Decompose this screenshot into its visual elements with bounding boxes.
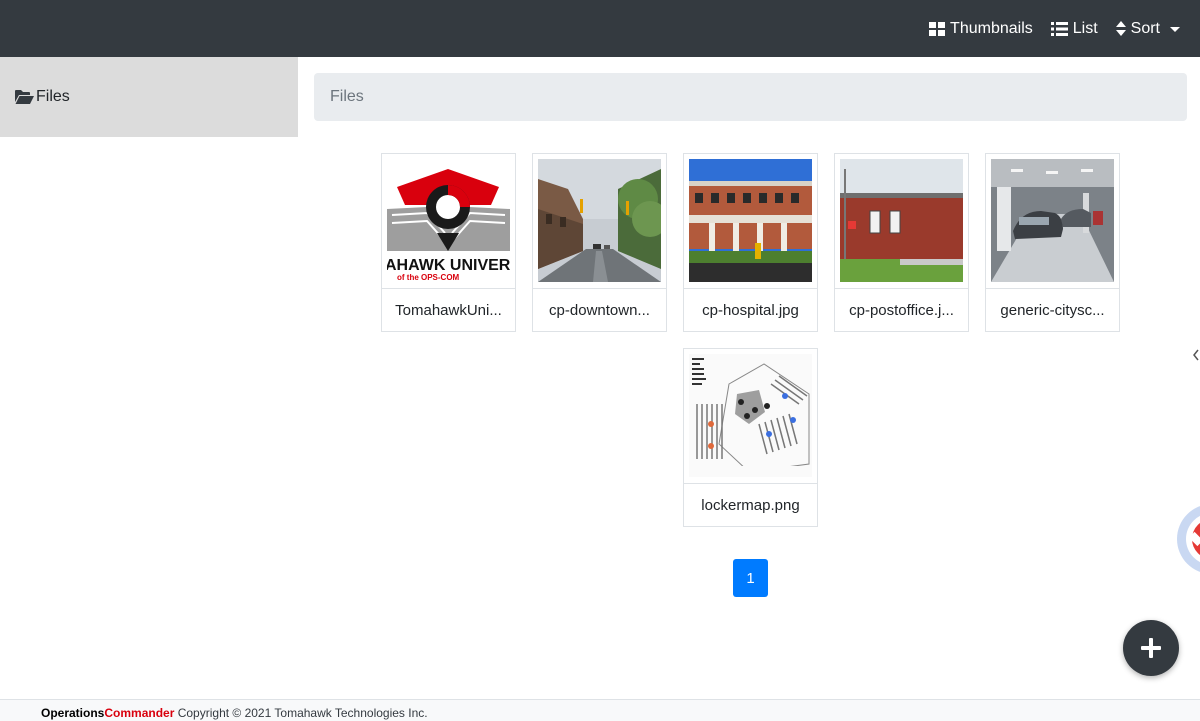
file-preview-image: AHAWK UNIVER of the OPS-COM — [387, 159, 510, 282]
file-name: cp-postoffice.j... — [835, 288, 968, 332]
file-thumbnail[interactable]: cp-hospital.jpg — [683, 153, 818, 332]
list-label: List — [1072, 19, 1098, 37]
street-photo-image — [538, 159, 661, 282]
file-preview-image — [538, 159, 661, 282]
brand-name-part2: Commander — [104, 706, 175, 720]
breadcrumb: Files — [314, 73, 1187, 121]
file-name: lockermap.png — [684, 483, 817, 527]
file-thumbnail[interactable]: cp-postoffice.j... — [834, 153, 969, 332]
file-preview-image — [840, 159, 963, 282]
svg-text:AHAWK UNIVER: AHAWK UNIVER — [387, 257, 510, 274]
footer: OperationsCommander Copyright © 2021 Tom… — [0, 699, 1200, 721]
list-icon — [1050, 21, 1068, 36]
sidebar: Files — [0, 57, 298, 137]
hospital-photo-image — [689, 159, 812, 282]
chevron-left-icon[interactable] — [1191, 346, 1200, 364]
sort-icon — [1115, 21, 1126, 36]
file-preview-image — [689, 159, 812, 282]
thumbnails-view-button[interactable]: Thumbnails — [929, 20, 1033, 38]
university-logo-image: AHAWK UNIVER of the OPS-COM — [387, 159, 510, 282]
sort-dropdown[interactable]: Sort — [1115, 19, 1180, 38]
file-preview-image — [991, 159, 1114, 282]
folder-open-icon — [15, 90, 34, 104]
list-view-button[interactable]: List — [1050, 19, 1098, 38]
chevron-down-icon — [1170, 27, 1180, 32]
sidebar-item-files[interactable]: Files — [15, 57, 70, 137]
parking-garage-photo-image — [991, 159, 1114, 282]
footer-text: OperationsCommander Copyright © 2021 Tom… — [41, 706, 428, 720]
file-name: cp-downtown... — [533, 288, 666, 332]
postoffice-photo-image — [840, 159, 963, 282]
sort-label: Sort — [1130, 19, 1160, 37]
file-thumbnail[interactable]: AHAWK UNIVER of the OPS-COM TomahawkUni.… — [381, 153, 516, 332]
copyright-text: Copyright © 2021 Tomahawk Technologies I… — [177, 706, 428, 720]
add-file-button[interactable] — [1123, 620, 1179, 676]
file-thumbnail[interactable]: generic-citysc... — [985, 153, 1120, 332]
file-name: generic-citysc... — [986, 288, 1119, 332]
file-name: TomahawkUni... — [382, 288, 515, 332]
breadcrumb-item[interactable]: Files — [330, 88, 364, 106]
file-thumbnail[interactable]: lockermap.png — [683, 348, 818, 527]
help-widget-button[interactable] — [1176, 503, 1200, 575]
thumbnails-label: Thumbnails — [950, 19, 1033, 37]
top-navbar: Thumbnails List Sort — [0, 0, 1200, 57]
plus-icon — [1141, 638, 1161, 658]
pagination-page-button[interactable]: 1 — [733, 559, 768, 597]
locker-map-image — [689, 354, 812, 477]
file-thumbnail[interactable]: cp-downtown... — [532, 153, 667, 332]
brand-name-part1: Operations — [41, 706, 105, 720]
file-name: cp-hospital.jpg — [684, 288, 817, 332]
grid-icon — [929, 21, 946, 36]
svg-text:of the OPS-COM: of the OPS-COM — [397, 273, 460, 282]
lifebuoy-icon — [1177, 506, 1200, 572]
sidebar-item-label: Files — [36, 88, 70, 105]
view-controls: Thumbnails List Sort — [929, 0, 1180, 57]
file-preview-image — [689, 354, 812, 477]
